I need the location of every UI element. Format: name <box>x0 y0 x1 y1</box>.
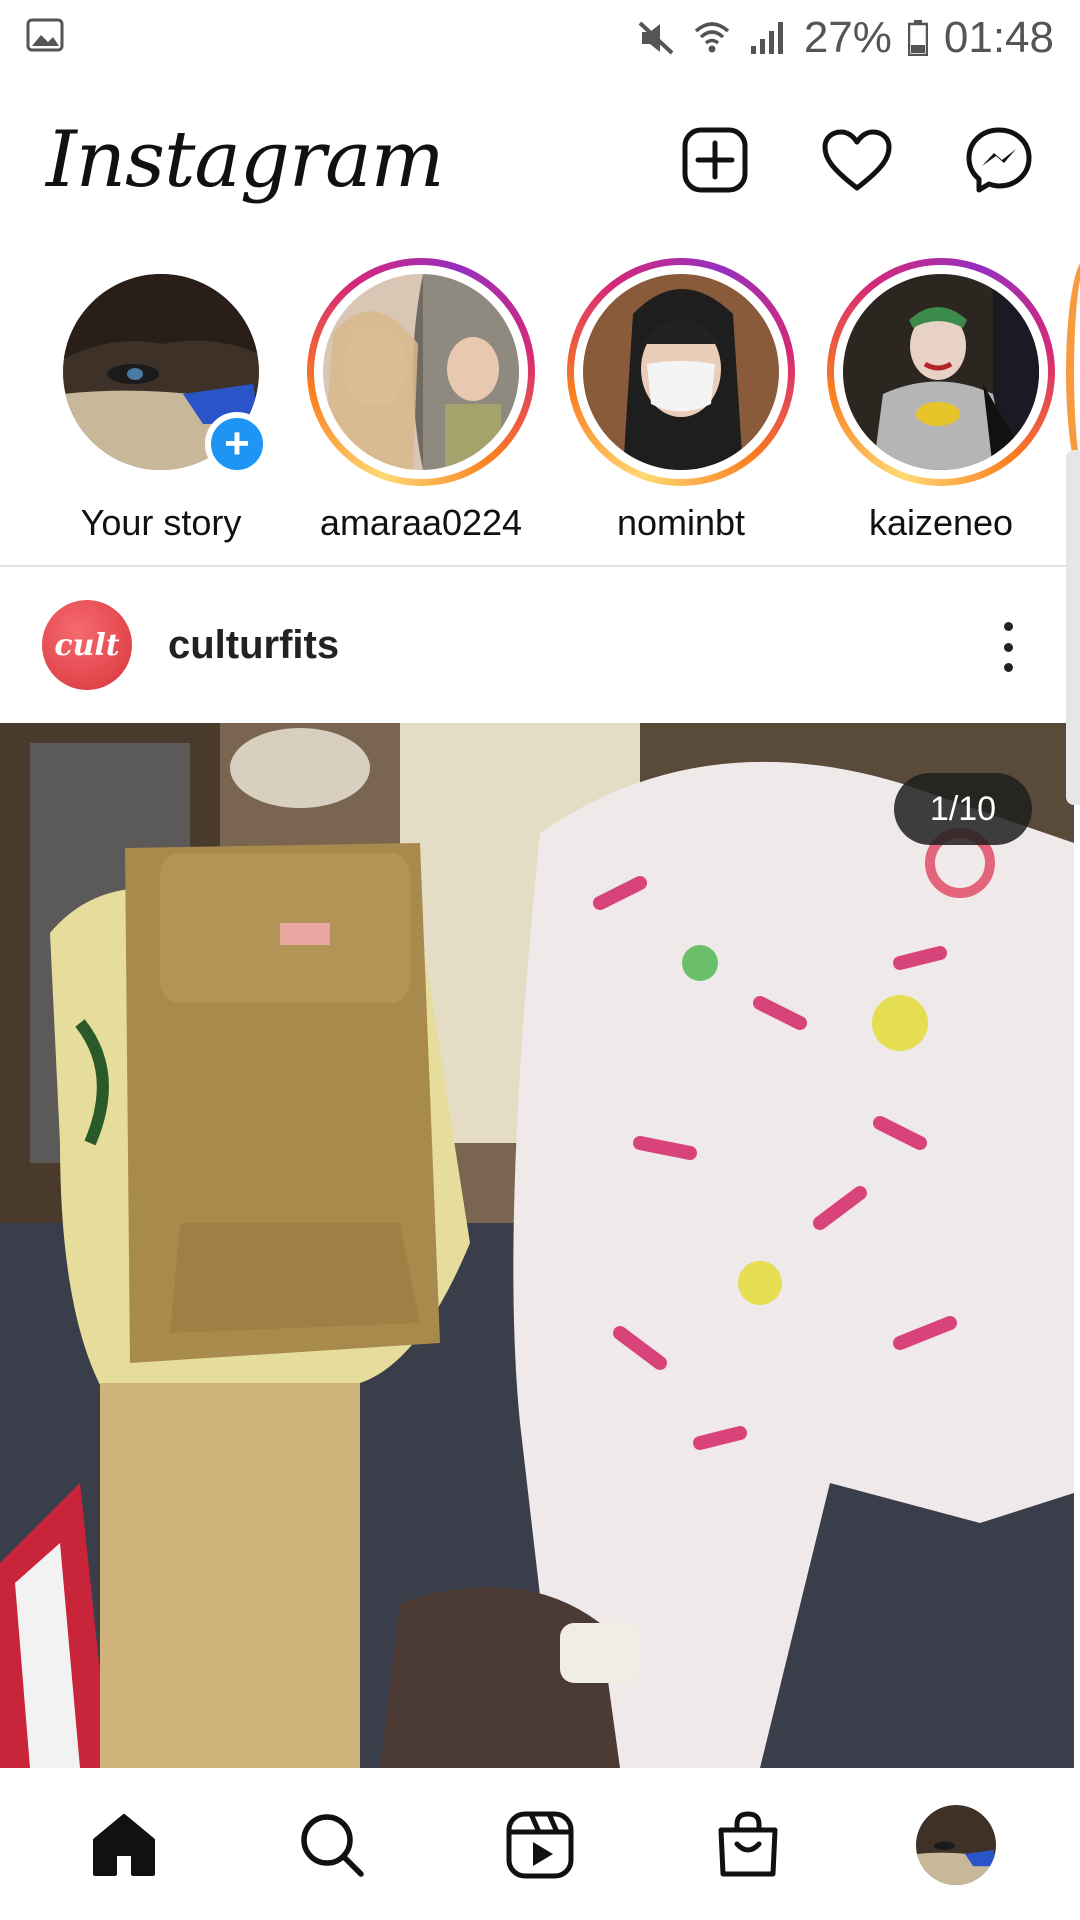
reels-icon[interactable] <box>480 1785 600 1905</box>
story-nominbt[interactable]: nominbt <box>566 258 796 558</box>
battery-percent: 27% <box>803 12 892 62</box>
avatar <box>583 274 779 470</box>
app-header: Instagram <box>0 95 1080 225</box>
story-label: kaizeneo <box>868 502 1014 543</box>
avatar <box>843 274 1039 470</box>
divider <box>0 565 1080 567</box>
messenger-icon[interactable] <box>958 119 1040 201</box>
media-counter-badge: 1/10 <box>894 773 1032 845</box>
instagram-logo[interactable]: Instagram <box>46 115 445 205</box>
heart-icon[interactable] <box>816 119 898 201</box>
clock: 01:48 <box>943 12 1054 62</box>
story-label: Your story <box>80 502 242 543</box>
story-amaraa0224[interactable]: amaraa0224 <box>306 258 536 558</box>
story-label: nominbt <box>616 502 746 543</box>
stories-row: + Your story amaraa0224 nominbt kaizeneo <box>0 258 1080 558</box>
post-username[interactable]: culturfits <box>168 623 339 668</box>
add-story-button[interactable]: + <box>205 412 269 476</box>
battery-icon <box>907 19 928 56</box>
image-icon <box>26 13 64 63</box>
scrollbar[interactable] <box>1066 450 1080 805</box>
avatar <box>323 274 519 470</box>
more-options-icon[interactable] <box>988 622 1028 672</box>
story-label: amaraa0224 <box>319 502 523 543</box>
story-your-story[interactable]: + Your story <box>46 258 276 558</box>
shop-icon[interactable] <box>688 1785 808 1905</box>
story-kaizeneo[interactable]: kaizeneo <box>826 258 1056 558</box>
post-media[interactable]: 1/10 <box>0 723 1074 1768</box>
post-avatar[interactable]: cult <box>42 600 132 690</box>
search-icon[interactable] <box>272 1785 392 1905</box>
profile-avatar[interactable] <box>896 1785 1016 1905</box>
instagram-feed-screen: 27% 01:48 Instagram + Your story amaraa0… <box>0 0 1080 1920</box>
status-bar: 27% 01:48 <box>0 0 1080 75</box>
signal-icon <box>748 20 788 56</box>
new-post-icon[interactable] <box>674 119 756 201</box>
post-header: cult culturfits <box>0 600 1060 690</box>
bottom-nav <box>0 1770 1080 1920</box>
home-icon[interactable] <box>64 1785 184 1905</box>
mute-icon <box>636 19 676 57</box>
wifi-icon <box>692 19 732 57</box>
